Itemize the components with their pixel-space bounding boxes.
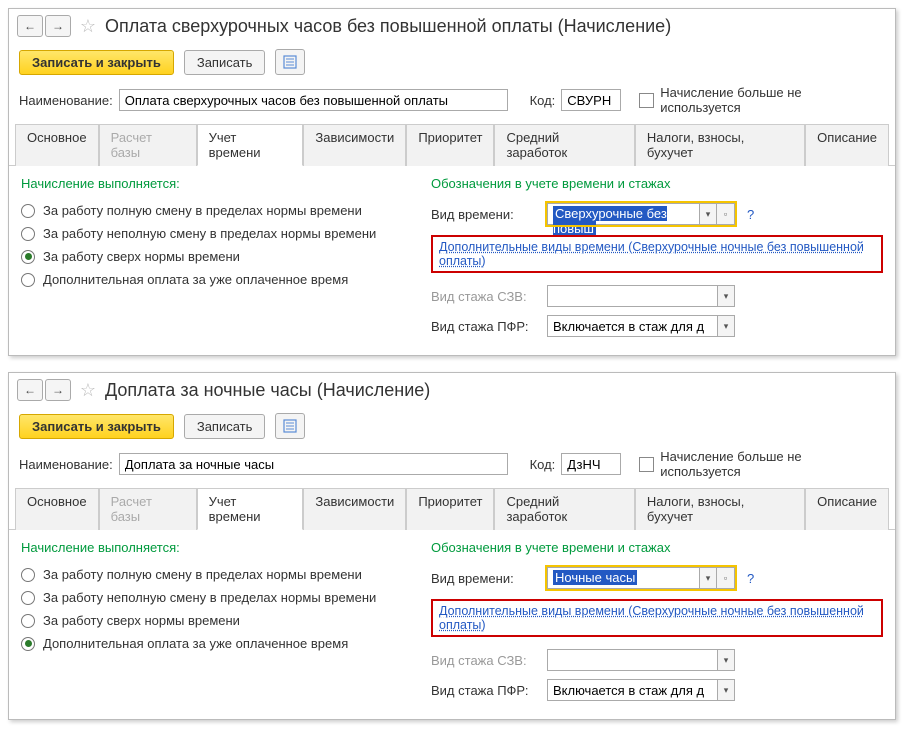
titlebar: ← → ☆ Доплата за ночные часы (Начисление… xyxy=(9,373,895,407)
nav-forward[interactable]: → xyxy=(45,379,71,401)
tab-time[interactable]: Учет времени xyxy=(197,124,304,166)
radio-1-label: За работу неполную смену в пределах норм… xyxy=(43,590,376,605)
code-input[interactable] xyxy=(561,89,621,111)
nav-forward[interactable]: → xyxy=(45,15,71,37)
tab-tax[interactable]: Налоги, взносы, бухучет xyxy=(635,488,805,530)
tab-priority[interactable]: Приоритет xyxy=(406,488,494,530)
radio-3-label: Дополнительная оплата за уже оплаченное … xyxy=(43,636,348,651)
tab-time[interactable]: Учет времени xyxy=(197,488,304,530)
szv-dropdown-icon[interactable]: ▾ xyxy=(717,649,735,671)
radio-2[interactable]: За работу сверх нормы времени xyxy=(21,609,411,632)
tab-desc[interactable]: Описание xyxy=(805,488,889,530)
favorite-icon[interactable]: ☆ xyxy=(79,17,97,35)
tab-deps[interactable]: Зависимости xyxy=(303,124,406,166)
tab-tax[interactable]: Налоги, взносы, бухучет xyxy=(635,124,805,166)
right-section-head: Обозначения в учете времени и стажах xyxy=(431,176,883,191)
save-button[interactable]: Записать xyxy=(184,414,266,439)
name-input[interactable] xyxy=(119,89,508,111)
window-title: Оплата сверхурочных часов без повышенной… xyxy=(105,16,671,37)
time-kind-open-icon[interactable]: ▫ xyxy=(717,567,735,589)
radio-3[interactable]: Дополнительная оплата за уже оплаченное … xyxy=(21,268,411,291)
time-kind-input[interactable]: Сверхурочные без повыш xyxy=(547,203,699,225)
radio-0-label: За работу полную смену в пределах нормы … xyxy=(43,567,362,582)
code-input[interactable] xyxy=(561,453,621,475)
pfr-label: Вид стажа ПФР: xyxy=(431,319,541,334)
radio-2-label: За работу сверх нормы времени xyxy=(43,613,240,628)
tab-content: Начисление выполняется: За работу полную… xyxy=(9,166,895,355)
help-icon[interactable]: ? xyxy=(747,207,754,222)
pfr-label: Вид стажа ПФР: xyxy=(431,683,541,698)
tab-main[interactable]: Основное xyxy=(15,488,99,530)
save-button[interactable]: Записать xyxy=(184,50,266,75)
radio-2-label: За работу сверх нормы времени xyxy=(43,249,240,264)
code-label: Код: xyxy=(530,93,556,108)
save-close-button[interactable]: Записать и закрыть xyxy=(19,50,174,75)
window-1: ← → ☆ Оплата сверхурочных часов без повы… xyxy=(8,8,896,356)
left-section-head: Начисление выполняется: xyxy=(21,176,411,191)
not-used-checkbox[interactable] xyxy=(639,457,654,472)
tabs: Основное Расчет базы Учет времени Зависи… xyxy=(9,487,895,530)
help-icon[interactable]: ? xyxy=(747,571,754,586)
tab-deps[interactable]: Зависимости xyxy=(303,488,406,530)
szv-dropdown-icon[interactable]: ▾ xyxy=(717,285,735,307)
window-2: ← → ☆ Доплата за ночные часы (Начисление… xyxy=(8,372,896,720)
tab-priority[interactable]: Приоритет xyxy=(406,124,494,166)
right-section-head: Обозначения в учете времени и стажах xyxy=(431,540,883,555)
radio-0[interactable]: За работу полную смену в пределах нормы … xyxy=(21,199,411,222)
name-row: Наименование: Код: Начисление больше не … xyxy=(9,81,895,119)
szv-label: Вид стажа СЗВ: xyxy=(431,289,541,304)
extra-time-link[interactable]: Дополнительные виды времени (Сверхурочны… xyxy=(431,235,883,273)
szv-input[interactable] xyxy=(547,649,717,671)
toolbar: Записать и закрыть Записать xyxy=(9,43,895,81)
window-title: Доплата за ночные часы (Начисление) xyxy=(105,380,430,401)
not-used-label: Начисление больше не используется xyxy=(660,85,885,115)
time-kind-dropdown-icon[interactable]: ▾ xyxy=(699,203,717,225)
szv-input[interactable] xyxy=(547,285,717,307)
radio-1[interactable]: За работу неполную смену в пределах норм… xyxy=(21,586,411,609)
radio-0[interactable]: За работу полную смену в пределах нормы … xyxy=(21,563,411,586)
list-icon-button[interactable] xyxy=(275,413,305,439)
tab-base[interactable]: Расчет базы xyxy=(99,124,197,166)
radio-0-label: За работу полную смену в пределах нормы … xyxy=(43,203,362,218)
not-used-label: Начисление больше не используется xyxy=(660,449,885,479)
left-section-head: Начисление выполняется: xyxy=(21,540,411,555)
name-label: Наименование: xyxy=(19,93,113,108)
tab-avg[interactable]: Средний заработок xyxy=(494,124,634,166)
name-input[interactable] xyxy=(119,453,508,475)
toolbar: Записать и закрыть Записать xyxy=(9,407,895,445)
time-kind-dropdown-icon[interactable]: ▾ xyxy=(699,567,717,589)
code-label: Код: xyxy=(530,457,556,472)
name-row: Наименование: Код: Начисление больше не … xyxy=(9,445,895,483)
time-kind-label: Вид времени: xyxy=(431,571,541,586)
radio-1[interactable]: За работу неполную смену в пределах норм… xyxy=(21,222,411,245)
not-used-checkbox[interactable] xyxy=(639,93,654,108)
radio-1-label: За работу неполную смену в пределах норм… xyxy=(43,226,376,241)
tabs: Основное Расчет базы Учет времени Зависи… xyxy=(9,123,895,166)
time-kind-open-icon[interactable]: ▫ xyxy=(717,203,735,225)
name-label: Наименование: xyxy=(19,457,113,472)
szv-label: Вид стажа СЗВ: xyxy=(431,653,541,668)
tab-main[interactable]: Основное xyxy=(15,124,99,166)
extra-time-link[interactable]: Дополнительные виды времени (Сверхурочны… xyxy=(431,599,883,637)
pfr-dropdown-icon[interactable]: ▾ xyxy=(717,315,735,337)
time-kind-input[interactable]: Ночные часы xyxy=(547,567,699,589)
nav-back[interactable]: ← xyxy=(17,379,43,401)
tab-content: Начисление выполняется: За работу полную… xyxy=(9,530,895,719)
nav-back[interactable]: ← xyxy=(17,15,43,37)
favorite-icon[interactable]: ☆ xyxy=(79,381,97,399)
list-icon-button[interactable] xyxy=(275,49,305,75)
tab-base[interactable]: Расчет базы xyxy=(99,488,197,530)
save-close-button[interactable]: Записать и закрыть xyxy=(19,414,174,439)
time-kind-label: Вид времени: xyxy=(431,207,541,222)
radio-2[interactable]: За работу сверх нормы времени xyxy=(21,245,411,268)
tab-desc[interactable]: Описание xyxy=(805,124,889,166)
tab-avg[interactable]: Средний заработок xyxy=(494,488,634,530)
pfr-dropdown-icon[interactable]: ▾ xyxy=(717,679,735,701)
titlebar: ← → ☆ Оплата сверхурочных часов без повы… xyxy=(9,9,895,43)
pfr-input[interactable] xyxy=(547,315,717,337)
pfr-input[interactable] xyxy=(547,679,717,701)
radio-3[interactable]: Дополнительная оплата за уже оплаченное … xyxy=(21,632,411,655)
radio-3-label: Дополнительная оплата за уже оплаченное … xyxy=(43,272,348,287)
